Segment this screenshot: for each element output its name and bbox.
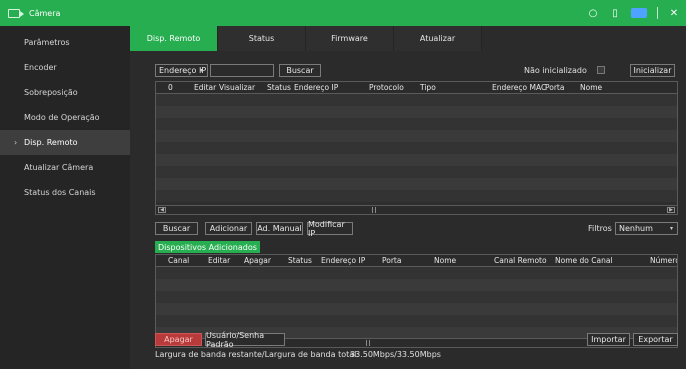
table-row[interactable] <box>156 166 677 178</box>
column-header: Visualizar <box>219 83 256 92</box>
horizontal-scrollbar[interactable]: ◀ ▶ <box>156 205 677 214</box>
column-header: Editar <box>194 83 217 92</box>
sidebar-item-label: Status dos Canais <box>24 188 96 197</box>
import-button[interactable]: Importar <box>587 333 630 346</box>
device-table-header: 0 Editar Visualizar Status Endereço IP P… <box>156 82 677 94</box>
titlebar-divider <box>657 7 658 19</box>
delete-button[interactable]: Apagar <box>155 333 202 346</box>
column-header: Tipo <box>420 83 436 92</box>
scroll-left-icon[interactable]: ◀ <box>158 207 166 213</box>
export-button[interactable]: Exportar <box>633 333 678 346</box>
column-header: Endereço IP <box>294 83 339 92</box>
column-header: Nome <box>580 83 603 92</box>
column-header: 0 <box>168 83 173 92</box>
chevron-down-icon: ▾ <box>199 67 203 74</box>
table-row[interactable] <box>156 94 677 106</box>
column-header: Nome <box>434 256 457 265</box>
chevron-right-icon: › <box>14 138 18 147</box>
default-credentials-button[interactable]: Usuário/Senha Padrão <box>205 331 285 349</box>
user-icon[interactable]: ○ <box>587 7 599 19</box>
device-table: 0 Editar Visualizar Status Endereço IP P… <box>155 81 678 215</box>
column-header: Protocolo <box>369 83 404 92</box>
camera-icon <box>8 8 24 18</box>
search-input[interactable] <box>210 64 274 77</box>
window-title: Câmera <box>29 8 61 18</box>
close-icon[interactable]: ✕ <box>668 7 680 19</box>
table-row[interactable] <box>156 118 677 130</box>
column-header: Editar <box>208 256 231 265</box>
tab-atualizar[interactable]: Atualizar <box>394 26 482 51</box>
column-header: Número <box>650 256 678 265</box>
table-row[interactable] <box>156 267 677 279</box>
initialize-button[interactable]: Inicializar <box>630 64 675 77</box>
sidebar-item-status-canais[interactable]: Status dos Canais <box>0 180 130 205</box>
table-row[interactable] <box>156 315 677 327</box>
scroll-right-icon[interactable]: ▶ <box>667 207 675 213</box>
table-row[interactable] <box>156 303 677 315</box>
sidebar-item-label: Parâmetros <box>24 38 70 47</box>
title-bar: Câmera ○ ▯ ✕ <box>0 0 686 26</box>
column-header: Status <box>288 256 312 265</box>
table-row[interactable] <box>156 291 677 303</box>
filter-value: Nenhum <box>619 224 653 233</box>
sidebar-item-encoder[interactable]: Encoder <box>0 55 130 80</box>
scrollbar-thumb[interactable] <box>366 340 370 346</box>
column-header: Status <box>267 83 291 92</box>
sidebar-item-label: Sobreposição <box>24 88 78 97</box>
added-devices-title: Dispositivos Adicionados <box>155 241 260 253</box>
search-type-select[interactable]: Endereço IP ▾ <box>155 64 208 77</box>
table-row[interactable] <box>156 154 677 166</box>
manual-add-button[interactable]: Ad. Manual <box>256 222 303 235</box>
modify-ip-button[interactable]: Modificar IP <box>307 220 353 238</box>
filter-select[interactable]: Nenhum ▾ <box>615 222 678 235</box>
chevron-down-icon: ▾ <box>669 225 673 232</box>
column-header: Porta <box>545 83 565 92</box>
sidebar-item-label: Atualizar Câmera <box>24 163 94 172</box>
sidebar-item-label: Disp. Remoto <box>24 138 78 147</box>
column-header: Canal Remoto <box>494 256 547 265</box>
column-header: Nome do Canal <box>555 256 613 265</box>
tab-bar: Disp. Remoto Status Firmware Atualizar <box>130 26 482 51</box>
bandwidth-value: 33.50Mbps/33.50Mbps <box>350 350 441 359</box>
titlebar-actions: ○ ▯ ✕ <box>587 0 680 26</box>
main-content: Disp. Remoto Status Firmware Atualizar E… <box>130 26 686 369</box>
uninitialized-checkbox[interactable] <box>597 66 605 74</box>
table-row[interactable] <box>156 130 677 142</box>
tab-status[interactable]: Status <box>218 26 306 51</box>
logout-icon[interactable]: ▯ <box>609 7 621 19</box>
table-row[interactable] <box>156 279 677 291</box>
sidebar-item-label: Modo de Operação <box>24 113 100 122</box>
column-header: Endereço IP <box>321 256 366 265</box>
scrollbar-thumb[interactable] <box>372 207 376 213</box>
keyboard-icon[interactable] <box>631 8 647 18</box>
column-header: Canal <box>168 256 190 265</box>
buscar-button[interactable]: Buscar <box>155 222 198 235</box>
sidebar: Parâmetros Encoder Sobreposição Modo de … <box>0 26 130 369</box>
table-row[interactable] <box>156 142 677 154</box>
sidebar-item-sobreposicao[interactable]: Sobreposição <box>0 80 130 105</box>
tab-firmware[interactable]: Firmware <box>306 26 394 51</box>
added-table-header: Canal Editar Apagar Status Endereço IP P… <box>156 255 677 267</box>
column-header: Apagar <box>244 256 271 265</box>
column-header: Endereço MAC <box>492 83 547 92</box>
search-button[interactable]: Buscar <box>279 64 321 77</box>
sidebar-item-disp-remoto[interactable]: › Disp. Remoto <box>0 130 130 155</box>
uninitialized-label: Não inicializado <box>524 66 587 75</box>
table-row[interactable] <box>156 190 677 202</box>
sidebar-item-atualizar-camera[interactable]: Atualizar Câmera <box>0 155 130 180</box>
bandwidth-label: Largura de banda restante/Largura de ban… <box>155 350 360 359</box>
column-header: Porta <box>382 256 402 265</box>
table-row[interactable] <box>156 178 677 190</box>
sidebar-item-label: Encoder <box>24 63 57 72</box>
add-button[interactable]: Adicionar <box>205 222 252 235</box>
tab-disp-remoto[interactable]: Disp. Remoto <box>130 26 218 51</box>
filter-label: Filtros <box>588 224 612 233</box>
table-row[interactable] <box>156 106 677 118</box>
sidebar-item-parametros[interactable]: Parâmetros <box>0 30 130 55</box>
sidebar-item-modo-operacao[interactable]: Modo de Operação <box>0 105 130 130</box>
